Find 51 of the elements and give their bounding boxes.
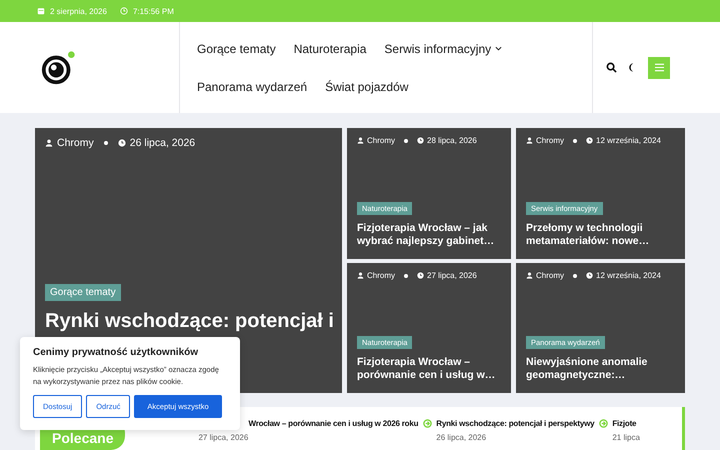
separator-dot [104,141,108,145]
clock-icon [586,137,594,144]
post-title[interactable]: Przełomy w technologii metamateriałów: nowe… [526,222,675,249]
author-name: Chromy [57,137,94,149]
nav-link[interactable]: Panorama wydarzeń [197,80,308,94]
calendar-icon [37,7,45,15]
clock-icon [120,7,128,15]
ticker-post-title[interactable]: Rynki wschodzące: potencjał i perspektywy [436,419,594,428]
search-icon[interactable] [606,62,617,73]
post-title[interactable]: Fizjoterapia Wrocław – porównanie cen i usług w… [357,356,501,383]
user-icon [357,272,364,279]
nav-link[interactable]: Naturoterapia [294,42,366,56]
user-icon [45,139,53,147]
post-date: 26 lipca, 2026 [130,137,196,149]
ticker-post-date: 26 lipca, 2026 [435,433,488,442]
ticker-post-date: 27 lipca, 2026 [198,433,250,442]
separator-dot [404,138,408,142]
post-date: 28 lipca, 2026 [427,136,477,145]
arrow-circle-icon [599,419,608,428]
user-icon [526,272,533,279]
post-date: 12 września, 2024 [596,271,661,280]
post-title[interactable]: Rynki wschodzące: potencjał i [45,310,334,333]
post-title[interactable]: Niewyjaśnione anomalie geomagnetyczne:… [526,356,675,383]
clock-icon [586,272,594,279]
separator-dot [404,274,408,278]
nav-link[interactable]: Gorące tematy [197,42,276,56]
user-icon [526,137,533,144]
ticker-post-title[interactable]: Fizjote [612,419,636,428]
clock-icon [417,137,424,144]
menu-icon [654,63,664,72]
author-name: Chromy [367,136,396,145]
ticker-post-date: 21 lipca [611,433,640,442]
separator-dot [573,138,578,142]
clock-icon [417,272,424,279]
author-name: Chromy [536,271,564,280]
author-name: Chromy [536,136,564,145]
caret-icon [495,46,502,51]
separator-dot [573,274,578,278]
author-name: Chromy [367,271,396,280]
current-date: 2 sierpnia, 2026 [50,6,107,16]
nav-link[interactable]: Serwis informacyjny [384,42,502,56]
user-icon [357,137,364,144]
current-time: 7:15:56 PM [132,6,174,16]
post-date: 27 lipca, 2026 [427,271,477,280]
arrow-circle-icon [423,419,432,428]
post-date: 12 września, 2024 [596,136,661,145]
clock-icon [118,139,126,147]
post-title[interactable]: Fizjoterapia Wrocław – jak wybrać najlepszy gabinet… [357,222,501,249]
ticker-post-title[interactable]: Wrocław – porównanie cen i usług w 2026 roku [248,419,418,428]
cookie-title: Cenimy prywatność użytkowników [33,347,200,358]
nav-link[interactable]: Świat pojazdów [325,80,408,94]
